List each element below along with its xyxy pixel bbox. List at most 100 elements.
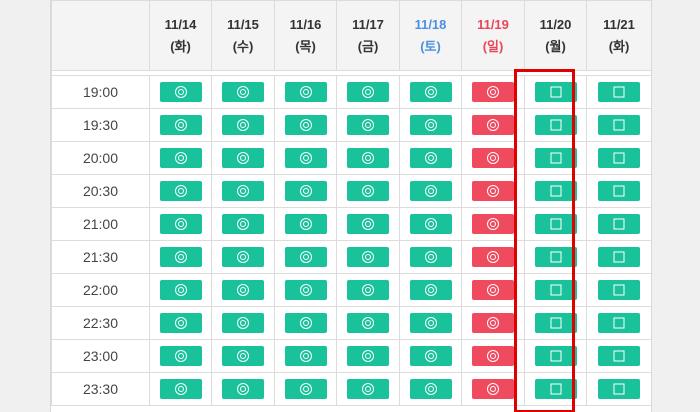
slot-button[interactable] [222,247,264,267]
slot-button[interactable] [347,247,389,267]
slot-button[interactable] [472,181,514,201]
slot-button[interactable] [534,379,577,399]
slot-button[interactable] [534,181,577,201]
slot-button[interactable] [159,379,202,399]
slot-button[interactable] [284,247,327,267]
slot-button[interactable] [284,346,327,366]
slot-button[interactable] [598,247,640,267]
slot-button[interactable] [222,214,264,234]
slot-button[interactable] [598,280,640,300]
time-row: 22:00 [51,273,651,307]
slot-button[interactable] [409,379,452,399]
slot-button[interactable] [472,379,514,399]
slot-button[interactable] [409,115,452,135]
slot-button[interactable] [347,181,389,201]
slot-button[interactable] [284,115,327,135]
slot-button[interactable] [409,247,452,267]
slot-button[interactable] [409,82,452,102]
double-circle-icon [174,317,187,329]
slot-button[interactable] [598,148,640,168]
slot-button[interactable] [472,280,514,300]
slot-button[interactable] [347,379,389,399]
slot-button[interactable] [284,280,327,300]
slot-button[interactable] [409,214,452,234]
header-weekday: (화) [608,38,630,54]
slot-button[interactable] [598,346,640,366]
double-circle-icon [174,119,187,131]
slot-button[interactable] [534,247,577,267]
slot-button[interactable] [347,148,389,168]
slot-button[interactable] [409,280,452,300]
slot-cell [211,306,275,340]
time-row: 20:30 [51,174,651,208]
date-header-11-15: 11/15 (수) [211,0,275,71]
slot-cell [524,273,587,307]
slot-button[interactable] [409,313,452,333]
slot-button[interactable] [222,379,264,399]
slot-button[interactable] [472,313,514,333]
slot-button[interactable] [598,379,640,399]
slot-button[interactable] [472,346,514,366]
time-label: 21:00 [51,207,150,241]
slot-cell [336,372,400,406]
slot-button[interactable] [222,346,264,366]
slot-button[interactable] [284,214,327,234]
slot-button[interactable] [534,82,577,102]
slot-button[interactable] [159,214,202,234]
slot-button[interactable] [472,214,514,234]
slot-button[interactable] [159,280,202,300]
double-circle-icon [424,284,437,296]
slot-button[interactable] [347,82,389,102]
slot-button[interactable] [159,181,202,201]
slot-button[interactable] [347,346,389,366]
slot-button[interactable] [284,181,327,201]
slot-button[interactable] [534,280,577,300]
slot-button[interactable] [159,346,202,366]
slot-button[interactable] [409,181,452,201]
slot-button[interactable] [598,313,640,333]
slot-button[interactable] [598,82,640,102]
slot-button[interactable] [534,313,577,333]
slot-button[interactable] [472,247,514,267]
slot-button[interactable] [472,115,514,135]
slot-cell [524,108,587,142]
slot-button[interactable] [472,82,514,102]
slot-button[interactable] [534,346,577,366]
slot-button[interactable] [222,313,264,333]
slot-button[interactable] [159,313,202,333]
slot-button[interactable] [534,214,577,234]
slot-button[interactable] [222,115,264,135]
slot-button[interactable] [159,115,202,135]
slot-button[interactable] [222,181,264,201]
slot-button[interactable] [534,115,577,135]
slot-button[interactable] [222,148,264,168]
slot-button[interactable] [159,148,202,168]
slot-button[interactable] [222,280,264,300]
slot-button[interactable] [409,346,452,366]
slot-button[interactable] [222,82,264,102]
slot-button[interactable] [284,82,327,102]
slot-button[interactable] [409,148,452,168]
slot-button[interactable] [534,148,577,168]
slot-button[interactable] [159,82,202,102]
slot-button[interactable] [159,247,202,267]
slot-cell [336,174,400,208]
square-icon [613,251,625,263]
double-circle-icon [174,350,187,362]
slot-button[interactable] [347,214,389,234]
slot-button[interactable] [347,115,389,135]
double-circle-icon [362,383,374,395]
slot-button[interactable] [347,280,389,300]
slot-button[interactable] [598,214,640,234]
slot-button[interactable] [284,313,327,333]
double-circle-icon [237,284,249,296]
slot-button[interactable] [598,115,640,135]
slot-button[interactable] [284,148,327,168]
square-icon [613,185,625,197]
slot-button[interactable] [598,181,640,201]
slot-button[interactable] [472,148,514,168]
slot-button[interactable] [284,379,327,399]
time-row: 21:30 [51,240,651,274]
slot-button[interactable] [347,313,389,333]
double-circle-icon [487,152,499,164]
